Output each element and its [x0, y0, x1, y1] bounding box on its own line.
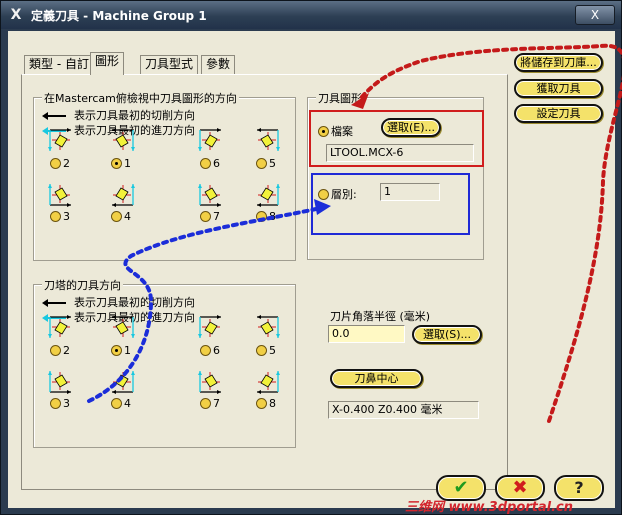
orientation-option-label: 5 [269, 343, 276, 357]
orientation-diagram-icon [254, 368, 280, 394]
orientation-diagram-icon [48, 315, 74, 341]
orientation-option-label: 2 [63, 343, 70, 357]
orientation-option-5[interactable]: 5 [256, 156, 276, 170]
orientation-option-label: 7 [213, 209, 220, 223]
orientation-option-label: 6 [213, 343, 220, 357]
turret-orientation-title: 刀塔的刀具方向 [42, 277, 123, 293]
nose-center-button[interactable]: 刀鼻中心 [330, 369, 423, 388]
orientation-diagram-icon [48, 128, 74, 154]
tab-tool-style[interactable]: 刀具型式 [140, 55, 199, 74]
orientation-radio[interactable] [111, 397, 122, 409]
top-view-orientation-group: 在Mastercam俯檢視中刀具圖形的方向 表示刀具最初的切削方向 表示刀具最初… [33, 90, 296, 261]
orientation-option-3[interactable]: 3 [50, 209, 70, 223]
orientation-option-3[interactable]: 3 [50, 396, 70, 410]
orientation-diagram-icon [109, 181, 135, 207]
close-icon: X [590, 8, 600, 22]
orientation-diagram-icon [109, 368, 135, 394]
orientation-radio[interactable] [256, 157, 267, 169]
orientation-option-label: 3 [63, 209, 70, 223]
orientation-option-2[interactable]: 2 [50, 156, 70, 170]
dialog-window: X 定義刀具 - Machine Group 1 X 類型 - 自訂 圖形 刀具… [0, 0, 622, 515]
orientation-radio[interactable] [200, 344, 211, 356]
insert-corner-radius-label: 刀片角落半徑 (毫米) [330, 310, 431, 323]
legend-cut-text: 表示刀具最初的切削方向 [74, 109, 195, 122]
orientation-radio[interactable] [256, 210, 267, 222]
orientation-option-2[interactable]: 2 [50, 343, 70, 357]
orientation-radio[interactable] [200, 397, 211, 409]
orientation-option-7[interactable]: 7 [200, 209, 220, 223]
red-highlight-box [309, 110, 484, 167]
orientation-option-label: 3 [63, 396, 70, 410]
orientation-diagram-icon [109, 315, 135, 341]
orientation-radio[interactable] [256, 344, 267, 356]
tool-graphic-title: 刀具圖形 [316, 90, 364, 106]
orientation-option-7[interactable]: 7 [200, 396, 220, 410]
orientation-diagram-icon [198, 315, 224, 341]
orientation-option-label: 7 [213, 396, 220, 410]
orientation-option-8[interactable]: 8 [256, 396, 276, 410]
site-watermark: 三维网 www.3dportal.cn [405, 500, 574, 515]
black-arrow-icon [42, 112, 66, 120]
orientation-diagram-icon [254, 181, 280, 207]
turret-legend-cut-direction: 表示刀具最初的切削方向 [42, 294, 195, 310]
orientation-option-6[interactable]: 6 [200, 343, 220, 357]
orientation-diagram-icon [254, 128, 280, 154]
orientation-diagram-icon [198, 181, 224, 207]
nose-center-readout: X-0.400 Z0.400 毫米 [328, 401, 479, 419]
orientation-option-label: 5 [269, 156, 276, 170]
orientation-radio[interactable] [50, 397, 61, 409]
orientation-option-6[interactable]: 6 [200, 156, 220, 170]
turret-orientation-group: 刀塔的刀具方向 表示刀具最初的切削方向 表示刀具最初的進刀方向 21653478 [33, 277, 296, 448]
dialog-client-area: 類型 - 自訂 圖形 刀具型式 參數 在Mastercam俯檢視中刀具圖形的方向… [8, 31, 615, 508]
orientation-option-label: 4 [124, 209, 131, 223]
orientation-option-label: 4 [124, 396, 131, 410]
save-to-library-button[interactable]: 將儲存到刀庫... [514, 53, 603, 72]
orientation-radio[interactable] [256, 397, 267, 409]
tab-parameters[interactable]: 參數 [201, 55, 236, 74]
top-view-orientation-title: 在Mastercam俯檢視中刀具圖形的方向 [42, 90, 239, 106]
orientation-option-4[interactable]: 4 [111, 396, 131, 410]
blue-highlight-box [311, 173, 470, 235]
orientation-radio[interactable] [111, 210, 122, 222]
select-radius-button[interactable]: 選取(S)... [412, 325, 482, 344]
orientation-diagram-icon [48, 181, 74, 207]
insert-corner-radius-input[interactable]: 0.0 [328, 325, 405, 343]
tab-graphics[interactable]: 圖形 [90, 52, 125, 75]
set-tool-button[interactable]: 設定刀具 [514, 104, 603, 123]
black-arrow-icon [42, 299, 66, 307]
orientation-diagram-icon [254, 315, 280, 341]
orientation-option-1[interactable]: 1 [111, 156, 131, 170]
tab-type-custom[interactable]: 類型 - 自訂 [24, 55, 94, 74]
orientation-option-label: 8 [269, 209, 276, 223]
orientation-option-label: 2 [63, 156, 70, 170]
orientation-radio[interactable] [200, 157, 211, 169]
get-tool-button[interactable]: 獲取刀具 [514, 79, 603, 98]
orientation-option-label: 1 [124, 156, 131, 170]
orientation-option-8[interactable]: 8 [256, 209, 276, 223]
title-bar[interactable]: X 定義刀具 - Machine Group 1 X [1, 1, 621, 29]
orientation-radio[interactable] [50, 210, 61, 222]
orientation-radio[interactable] [111, 344, 122, 356]
orientation-option-1[interactable]: 1 [111, 343, 131, 357]
orientation-radio[interactable] [50, 344, 61, 356]
close-button[interactable]: X [575, 5, 615, 25]
orientation-diagram-icon [198, 368, 224, 394]
orientation-diagram-icon [109, 128, 135, 154]
orientation-radio[interactable] [50, 157, 61, 169]
orientation-option-label: 1 [124, 343, 131, 357]
window-title: 定義刀具 - Machine Group 1 [31, 9, 207, 23]
orientation-option-4[interactable]: 4 [111, 209, 131, 223]
orientation-option-5[interactable]: 5 [256, 343, 276, 357]
turret-legend-cut-text: 表示刀具最初的切削方向 [74, 296, 195, 309]
orientation-radio[interactable] [111, 157, 122, 169]
orientation-option-label: 8 [269, 396, 276, 410]
orientation-diagram-icon [48, 368, 74, 394]
orientation-diagram-icon [198, 128, 224, 154]
legend-cut-direction: 表示刀具最初的切削方向 [42, 107, 195, 123]
orientation-radio[interactable] [200, 210, 211, 222]
orientation-option-label: 6 [213, 156, 220, 170]
mastercam-app-icon: X [10, 7, 22, 23]
